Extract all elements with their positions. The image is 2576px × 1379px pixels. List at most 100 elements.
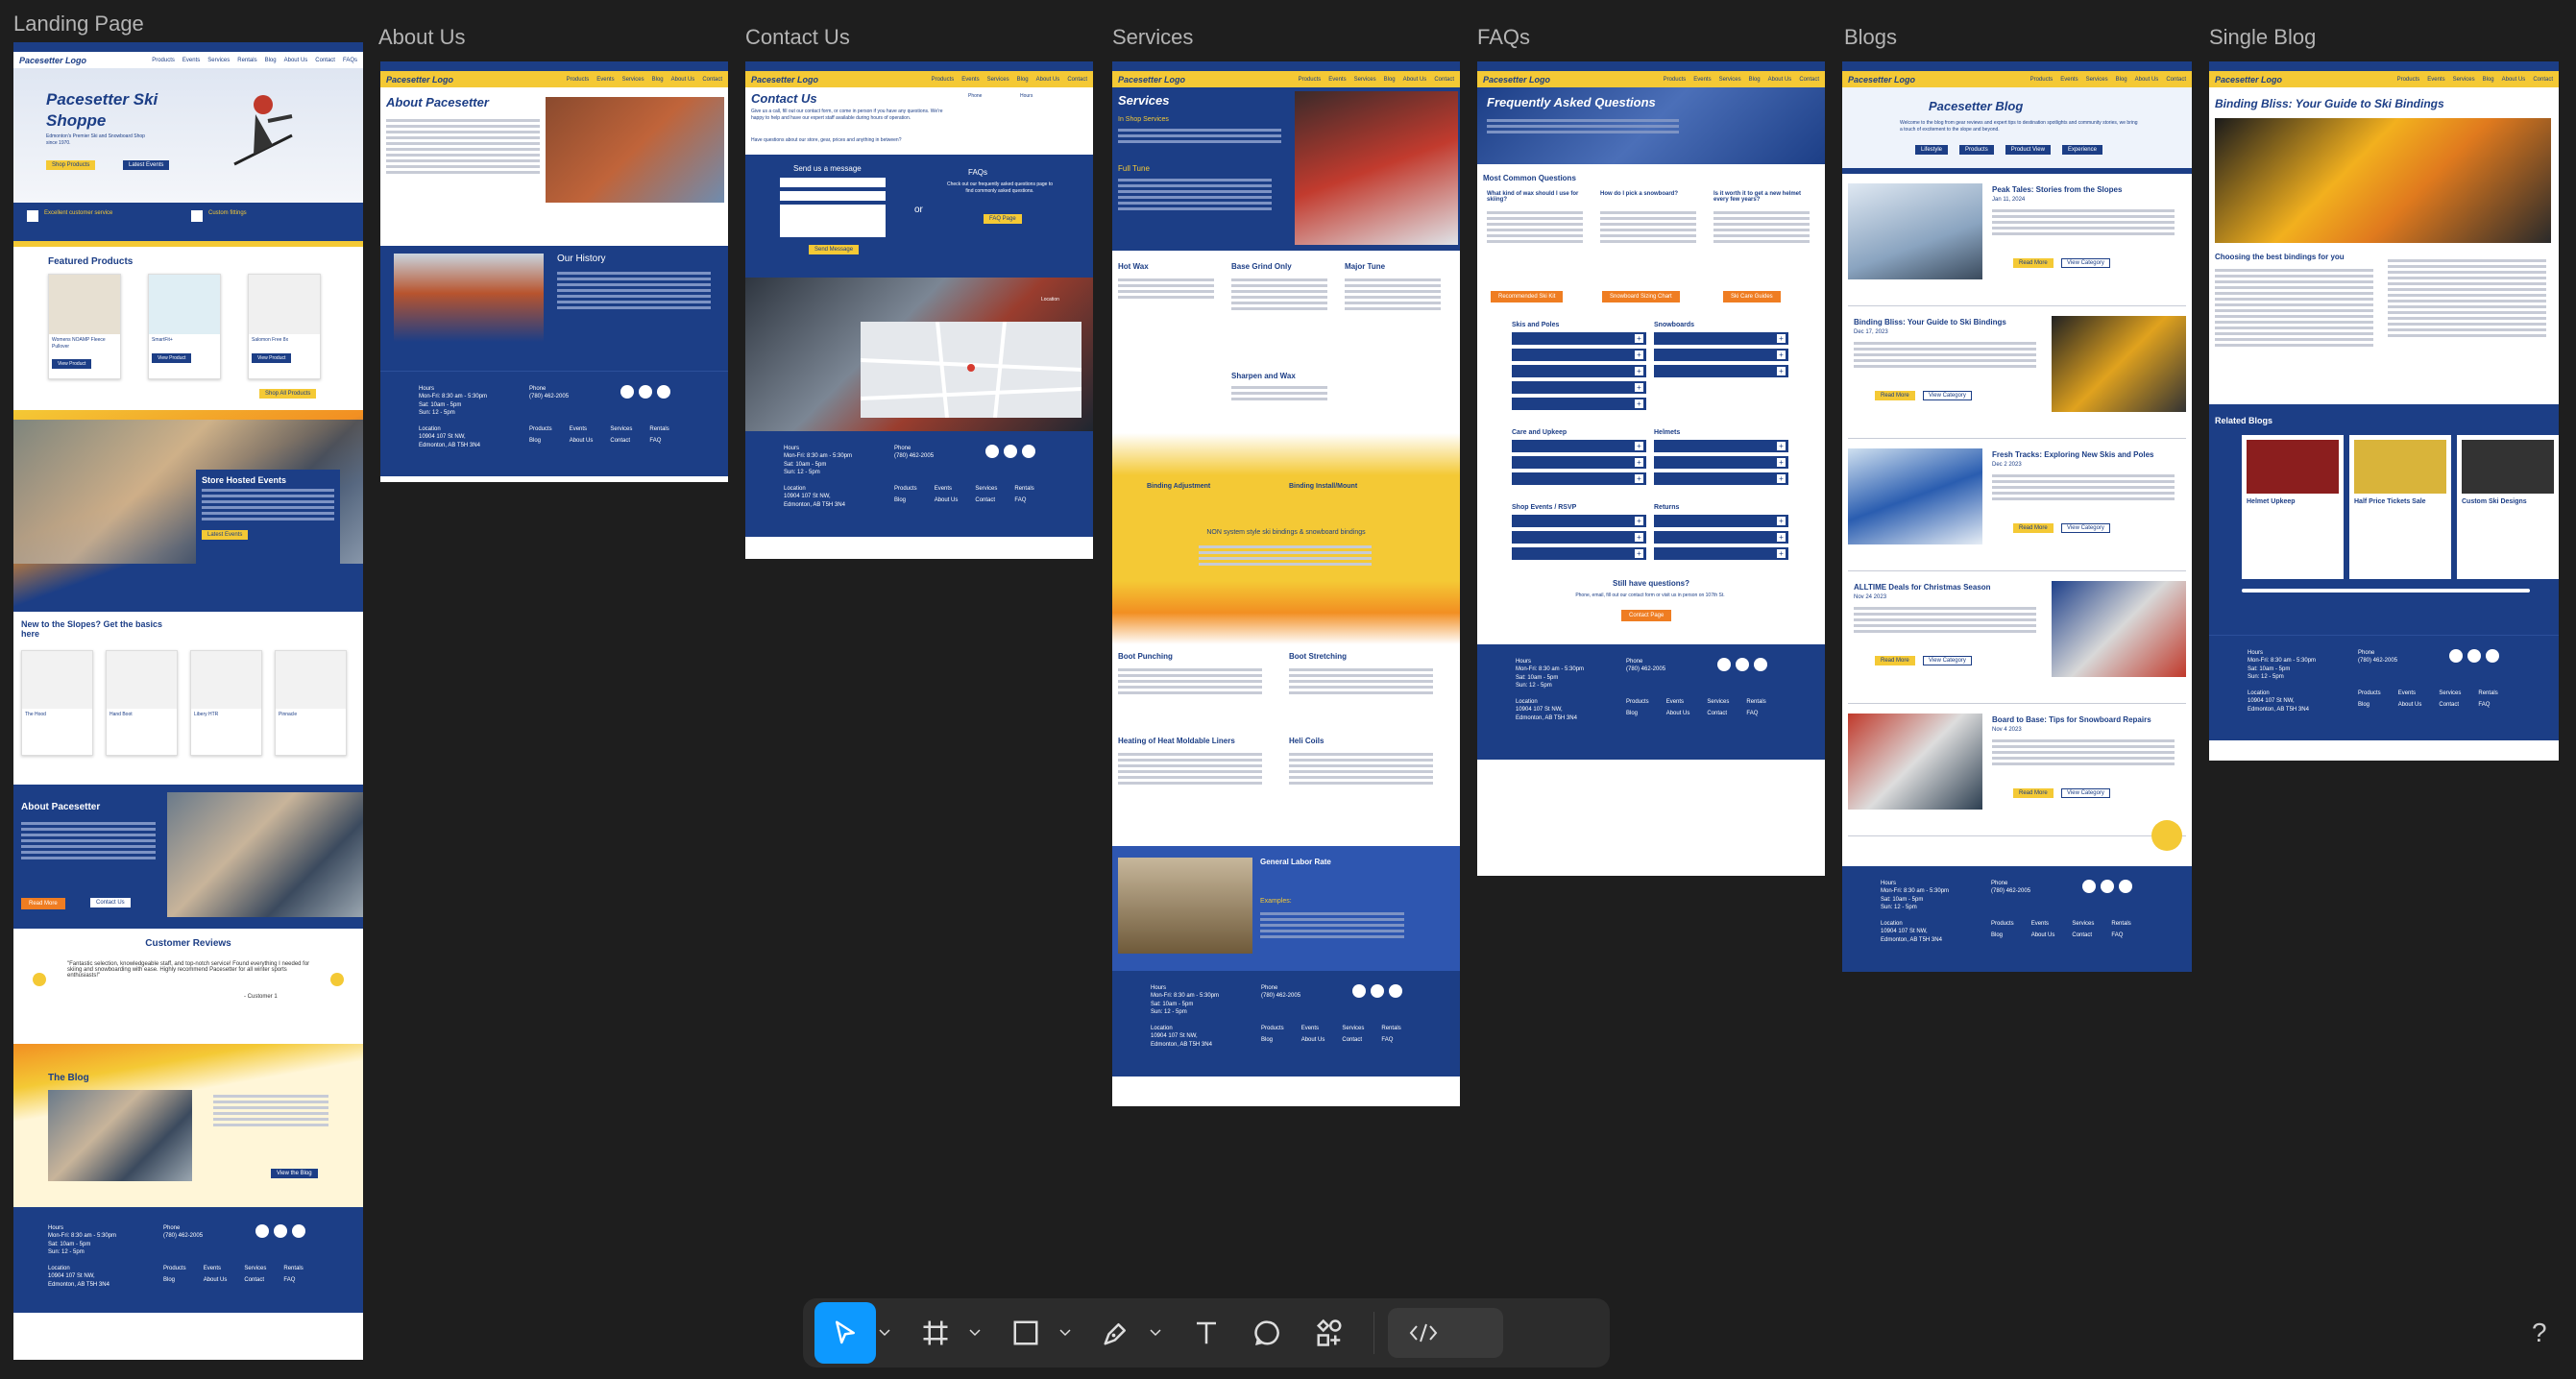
footer-link[interactable]: Products [163, 1265, 186, 1272]
twitter-icon[interactable] [657, 385, 670, 399]
facebook-icon[interactable] [1352, 984, 1366, 998]
view-blog-button[interactable]: View the Blog [271, 1169, 318, 1178]
chevron-down-icon[interactable] [966, 1329, 984, 1337]
basics-card[interactable]: Pinnacle [275, 650, 347, 756]
chevron-down-icon[interactable] [1057, 1329, 1074, 1337]
product-card[interactable]: SmartFit+ View Product [148, 274, 221, 379]
basics-card[interactable]: Libery HTR [190, 650, 262, 756]
frame-label-blogs[interactable]: Blogs [1844, 25, 1897, 50]
twitter-icon[interactable] [292, 1224, 305, 1238]
related-card[interactable]: Helmet Upkeep [2242, 435, 2344, 579]
text-tool-icon[interactable] [1176, 1302, 1237, 1364]
tag-button[interactable]: Experience [2061, 145, 2102, 155]
nav-logo[interactable]: Pacesetter Logo [386, 75, 453, 85]
instagram-icon[interactable] [2467, 649, 2481, 663]
tag-button[interactable]: Products [1959, 145, 1994, 155]
chevron-down-icon[interactable] [1147, 1329, 1164, 1337]
about-read-more-button[interactable]: Read More [21, 898, 65, 909]
instagram-icon[interactable] [1004, 445, 1017, 458]
basics-card[interactable]: Hand Boot [106, 650, 178, 756]
twitter-icon[interactable] [2119, 880, 2132, 893]
nav-link[interactable]: Services [207, 58, 230, 63]
nav-link[interactable]: FAQs [343, 58, 357, 63]
about-contact-button[interactable]: Contact Us [90, 898, 131, 907]
comment-tool-icon[interactable] [1237, 1302, 1299, 1364]
instagram-icon[interactable] [274, 1224, 287, 1238]
chevron-down-icon[interactable] [876, 1329, 893, 1337]
read-more-button[interactable]: Read More [1875, 391, 1915, 400]
view-category-button[interactable]: View Category [1923, 656, 1972, 665]
facebook-icon[interactable] [985, 445, 999, 458]
plus-icon[interactable]: + [1635, 334, 1643, 343]
nav-logo[interactable]: Pacesetter Logo [19, 56, 86, 65]
faqs-frame[interactable]: Pacesetter Logo Products Events Services Blo… [1477, 61, 1825, 876]
nav-logo[interactable]: Pacesetter Logo [1848, 75, 1915, 85]
twitter-icon[interactable] [1389, 984, 1402, 998]
footer-link[interactable]: Events [204, 1265, 228, 1272]
email-field[interactable] [780, 191, 886, 201]
blog-thumbnail[interactable] [2052, 581, 2186, 677]
blog-post-title[interactable]: Binding Bliss: Your Guide to Ski Binding… [1854, 318, 2036, 327]
view-product-button[interactable]: View Product [252, 352, 292, 363]
nav-link[interactable]: Contact [315, 58, 335, 63]
nav-link[interactable]: Blog [265, 58, 277, 63]
view-category-button[interactable]: View Category [2061, 523, 2110, 533]
footer-link[interactable]: Contact [244, 1276, 266, 1284]
faq-contact-page-button[interactable]: Contact Page [1621, 610, 1672, 621]
move-tool-icon[interactable] [814, 1302, 876, 1364]
nav-logo[interactable]: Pacesetter Logo [751, 75, 818, 85]
read-more-button[interactable]: Read More [2013, 788, 2054, 798]
footer-link[interactable]: Rentals [283, 1265, 303, 1272]
recommended-ski-kit-button[interactable]: Recommended Ski Kit [1491, 291, 1564, 302]
nav-link[interactable]: Events [182, 58, 200, 63]
frame-label-contact[interactable]: Contact Us [745, 25, 850, 50]
twitter-icon[interactable] [2486, 649, 2499, 663]
services-frame[interactable]: Pacesetter Logo Products Events Services Blo… [1112, 61, 1460, 1106]
instagram-icon[interactable] [2101, 880, 2114, 893]
facebook-icon[interactable] [1717, 658, 1731, 671]
landing-frame[interactable]: Pacesetter Logo Products Events Services… [13, 42, 363, 1360]
blog-post-title[interactable]: ALLTIME Deals for Christmas Season [1854, 583, 2036, 592]
footer-link[interactable]: Services [244, 1265, 266, 1272]
instagram-icon[interactable] [1736, 658, 1749, 671]
frame-label-single-blog[interactable]: Single Blog [2209, 25, 2316, 50]
frame-tool-icon[interactable] [905, 1302, 966, 1364]
scroll-top-icon[interactable] [2151, 820, 2182, 851]
nav-logo[interactable]: Pacesetter Logo [1483, 75, 1550, 85]
blog-thumbnail[interactable] [1848, 448, 1982, 544]
twitter-icon[interactable] [1754, 658, 1767, 671]
rectangle-tool-icon[interactable] [995, 1302, 1057, 1364]
tag-button[interactable]: Lifestyle [1915, 145, 1949, 155]
message-field[interactable] [780, 205, 886, 237]
events-latest-button[interactable]: Latest Events [202, 530, 249, 540]
related-card[interactable]: Custom Ski Designs [2457, 435, 2559, 579]
pen-tool-icon[interactable] [1085, 1302, 1147, 1364]
blog-thumbnail[interactable] [1848, 714, 1982, 810]
about-frame[interactable]: Pacesetter Logo Products Events Services Blo… [380, 61, 728, 482]
nav-link[interactable]: Products [152, 58, 175, 63]
carousel-scrollbar[interactable] [2242, 589, 2530, 593]
assets-tool-icon[interactable] [1299, 1302, 1360, 1364]
blog-thumbnail[interactable] [2052, 316, 2186, 412]
related-card[interactable]: Half Price Tickets Sale [2349, 435, 2451, 579]
frame-label-about[interactable]: About Us [378, 25, 466, 50]
product-card[interactable]: Womens NOAMP Fleece Pullover View Produc… [48, 274, 121, 379]
contact-frame[interactable]: Pacesetter Logo Products Events Services Blo… [745, 61, 1093, 559]
facebook-icon[interactable] [620, 385, 634, 399]
frame-label-faqs[interactable]: FAQs [1477, 25, 1530, 50]
nav-logo[interactable]: Pacesetter Logo [2215, 75, 2282, 85]
facebook-icon[interactable] [2082, 880, 2096, 893]
view-category-button[interactable]: View Category [2061, 258, 2110, 268]
basics-card[interactable]: The Hood [21, 650, 93, 756]
view-category-button[interactable]: View Category [1923, 391, 1972, 400]
location-map[interactable] [860, 321, 1082, 419]
blog-post[interactable]: Board to Base: Tips for Snowboard Repair… [1848, 704, 2186, 836]
ski-care-guides-button[interactable]: Ski Care Guides [1723, 291, 1781, 302]
blog-post[interactable]: ALLTIME Deals for Christmas Season Nov 24… [1848, 571, 2186, 704]
help-icon[interactable]: ? [2532, 1318, 2547, 1348]
nav-logo[interactable]: Pacesetter Logo [1118, 75, 1185, 85]
footer-link[interactable]: Blog [163, 1276, 186, 1284]
footer-link[interactable]: About Us [204, 1276, 228, 1284]
snowboard-sizing-button[interactable]: Snowboard Sizing Chart [1602, 291, 1680, 302]
chevron-right-icon[interactable] [330, 973, 344, 986]
